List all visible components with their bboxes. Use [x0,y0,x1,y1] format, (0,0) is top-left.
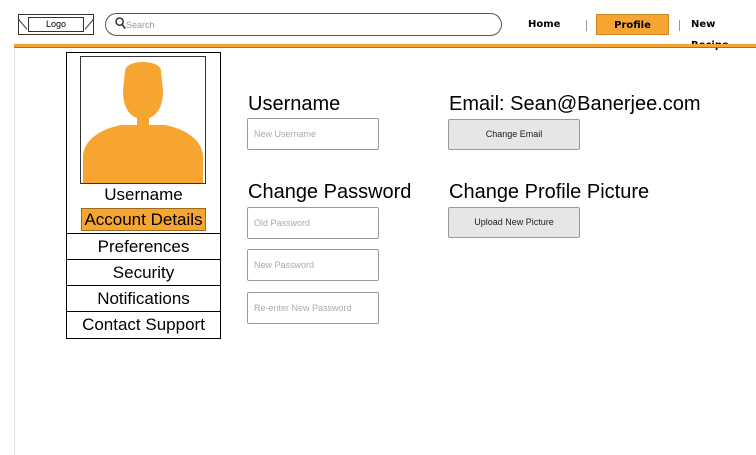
header-underline [14,47,756,48]
logo-corner-line [17,18,28,30]
username-heading: Username [248,93,341,115]
sidebar-item-contact-support[interactable]: Contact Support [67,311,220,337]
nav-home[interactable]: Home [528,14,560,35]
email-heading: Email: Sean@Banerjee.com [449,93,701,115]
avatar[interactable] [80,56,206,184]
reenter-password-field[interactable] [247,292,379,324]
upload-picture-button[interactable]: Upload New Picture [448,207,580,238]
search-icon [115,17,126,30]
new-password-field[interactable] [247,249,379,281]
logo[interactable]: Logo [17,14,95,35]
change-password-heading: Change Password [248,181,412,203]
nav-divider [679,20,680,31]
sidebar-item-label: Notifications [97,289,190,308]
sidebar-item-preferences[interactable]: Preferences [67,233,220,259]
nav-profile[interactable]: Profile [596,14,669,35]
top-navigation-bar: Logo Home Profile New Recipe [0,0,756,51]
user-silhouette-icon [83,62,203,183]
logo-label: Logo [28,17,84,32]
search-bar[interactable] [105,13,502,36]
sidebar-item-label: Preferences [97,237,190,256]
sidebar-username: Username [104,185,183,204]
search-input[interactable] [126,17,486,32]
sidebar-item-notifications[interactable]: Notifications [67,285,220,311]
sidebar-item-account-details[interactable]: Account Details [67,206,220,232]
sidebar-item-label: Account Details [81,208,206,231]
sidebar-item-label: Contact Support [82,315,205,334]
sidebar-item-security[interactable]: Security [67,259,220,285]
profile-picture-heading: Change Profile Picture [449,181,650,203]
page-left-border [14,46,15,455]
nav-new-recipe[interactable]: New Recipe [691,14,756,51]
nav-divider [586,20,587,31]
sidebar-item-label: Security [112,263,175,282]
old-password-field[interactable] [247,207,379,239]
new-username-field[interactable] [247,118,379,150]
change-email-button[interactable]: Change Email [448,119,580,150]
logo-corner-line [84,18,95,30]
profile-sidebar: Username Account Details Preferences Sec… [66,52,221,339]
